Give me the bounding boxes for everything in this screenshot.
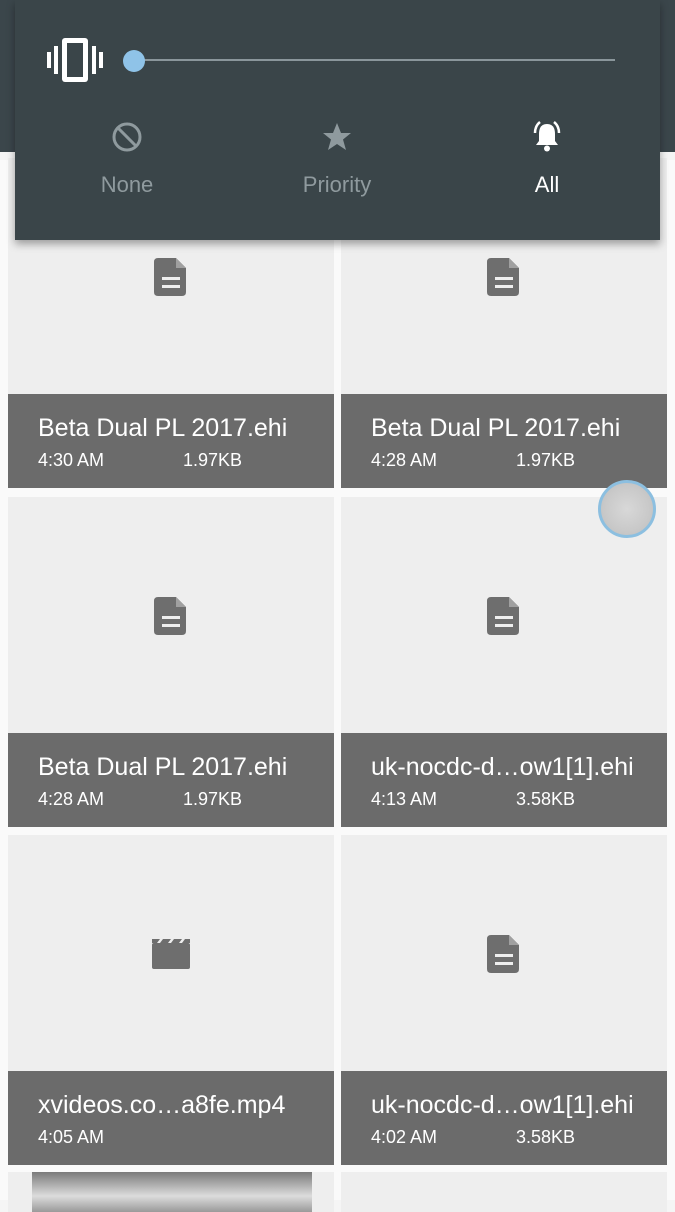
file-name: uk-nocdc-d…ow1[1].ehi <box>371 1091 634 1119</box>
document-icon <box>154 597 186 635</box>
file-size: 3.58KB <box>516 789 576 809</box>
file-name: Beta Dual PL 2017.ehi <box>38 414 288 442</box>
file-size: 1.97KB <box>516 450 576 470</box>
video-icon <box>152 939 190 969</box>
file-time: 4:13 AM <box>371 789 438 809</box>
file-time: 4:02 AM <box>371 1127 438 1147</box>
file-name: Beta Dual PL 2017.ehi <box>371 414 621 442</box>
file-size: 3.58KB <box>516 1127 576 1147</box>
mode-all-label: All <box>534 172 560 197</box>
file-tile[interactable]: uk-nocdc-d…ow1[1].ehi 4:13 AM 3.58KB <box>341 497 667 827</box>
document-icon <box>487 935 519 973</box>
photo-thumbnail <box>32 1172 312 1212</box>
fast-scroll-thumb[interactable] <box>598 480 656 538</box>
volume-panel: None Priority All <box>15 0 660 240</box>
file-tile[interactable]: xvideos.co…a8fe.mp4 4:05 AM <box>8 835 334 1165</box>
file-time: 4:28 AM <box>371 450 438 470</box>
file-tile[interactable]: uk-nocdc-d…ow1[1].ehi 4:02 AM 3.58KB <box>341 835 667 1165</box>
star-icon <box>323 123 351 150</box>
file-name: xvideos.co…a8fe.mp4 <box>38 1091 286 1119</box>
document-icon <box>487 597 519 635</box>
mode-priority-label: Priority <box>302 172 372 197</box>
file-tile[interactable] <box>341 1172 667 1212</box>
file-name: uk-nocdc-d…ow1[1].ehi <box>371 753 634 781</box>
file-caption: uk-nocdc-d…ow1[1].ehi 4:13 AM 3.58KB <box>341 733 667 827</box>
mode-none-label: None <box>100 172 154 197</box>
file-time: 4:28 AM <box>38 789 105 809</box>
mode-none-button[interactable]: None <box>27 120 227 220</box>
file-caption: Beta Dual PL 2017.ehi 4:28 AM 1.97KB <box>341 394 667 488</box>
file-size: 1.97KB <box>183 450 243 470</box>
file-caption: Beta Dual PL 2017.ehi 4:28 AM 1.97KB <box>8 733 334 827</box>
file-grid: Beta Dual PL 2017.ehi 4:30 AM 1.97KB Bet… <box>0 158 675 1212</box>
file-caption: xvideos.co…a8fe.mp4 4:05 AM <box>8 1071 334 1165</box>
mode-priority-button[interactable]: Priority <box>237 120 437 220</box>
image-tile[interactable] <box>8 1172 334 1212</box>
file-time: 4:30 AM <box>38 450 105 470</box>
volume-slider-track[interactable] <box>135 59 615 61</box>
none-icon <box>112 122 142 152</box>
file-name: Beta Dual PL 2017.ehi <box>38 753 288 781</box>
file-tile[interactable]: Beta Dual PL 2017.ehi 4:28 AM 1.97KB <box>8 497 334 827</box>
file-time: 4:05 AM <box>38 1127 105 1147</box>
document-icon <box>487 258 519 296</box>
bell-icon <box>533 121 561 152</box>
mode-all-button[interactable]: All <box>447 120 647 220</box>
file-caption: uk-nocdc-d…ow1[1].ehi 4:02 AM 3.58KB <box>341 1071 667 1165</box>
document-icon <box>154 258 186 296</box>
file-size: 1.97KB <box>183 789 243 809</box>
volume-slider-thumb[interactable] <box>123 50 145 72</box>
file-caption: Beta Dual PL 2017.ehi 4:30 AM 1.97KB <box>8 394 334 488</box>
vibrate-icon[interactable] <box>47 38 103 82</box>
